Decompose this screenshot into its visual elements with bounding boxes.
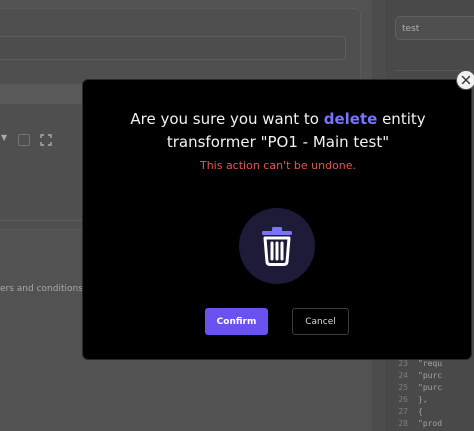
trash-icon <box>262 227 292 266</box>
page: ▼ ers and conditions test 23 "requ 24 "pur… <box>0 0 474 431</box>
dialog-title-suffix: entity <box>377 110 426 128</box>
close-icon <box>461 75 471 85</box>
dialog-title-highlight: delete <box>323 110 378 128</box>
close-button[interactable] <box>456 70 474 90</box>
trash-icon-badge <box>239 208 315 284</box>
dialog-warning: This action can't be undone. <box>199 159 357 172</box>
dialog-title-entity: transformer "PO1 - Main test" <box>166 133 390 151</box>
confirm-button[interactable]: Confirm <box>205 308 268 335</box>
dialog-title: Are you sure you want to delete entity t… <box>83 108 473 154</box>
cancel-button[interactable]: Cancel <box>292 308 349 335</box>
dialog-title-prefix: Are you sure you want to <box>130 110 324 128</box>
delete-confirmation-dialog: Are you sure you want to delete entity t… <box>82 79 472 360</box>
